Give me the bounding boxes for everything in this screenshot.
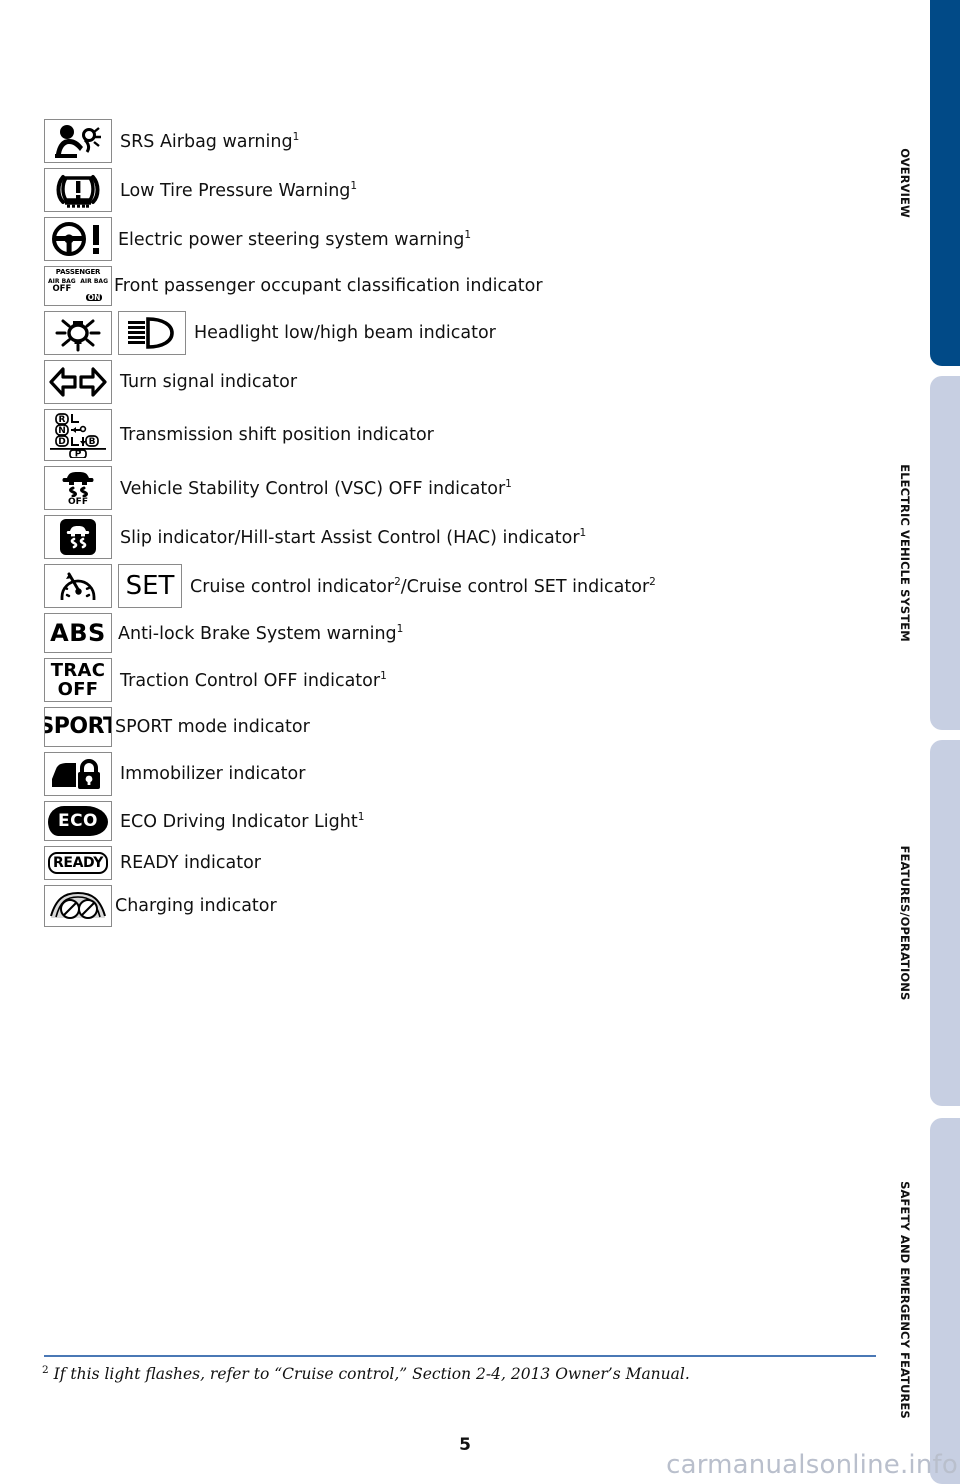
right-airbag-label: AIR BAG <box>80 277 108 285</box>
sport-label: SPORT <box>45 714 111 739</box>
turn-signal-icon <box>44 360 112 404</box>
passenger-label: PASSENGER <box>55 267 101 276</box>
row-label: SPORT mode indicator <box>115 717 310 737</box>
side-tab-electric-vehicle-system[interactable] <box>930 376 960 730</box>
cruise-control-icon <box>44 564 112 608</box>
row-label: Traction Control OFF indicator1 <box>120 669 387 691</box>
right-airbag-state: ON <box>85 292 103 302</box>
table-row: SET Cruise control indicator2/Cruise con… <box>44 563 884 609</box>
table-row: TRAC OFF Traction Control OFF indicator1 <box>44 657 884 703</box>
left-airbag-state: OFF <box>52 283 72 294</box>
vsc-off-label: OFF <box>68 497 88 507</box>
row-label: Transmission shift position indicator <box>120 425 434 445</box>
row-label: Turn signal indicator <box>120 372 298 392</box>
sport-mode-icon: SPORT <box>44 707 112 747</box>
manual-page: OVERVIEW ELECTRIC VEHICLE SYSTEM FEATURE… <box>0 0 960 1484</box>
svg-text:D: D <box>58 437 65 447</box>
vsc-off-icon: OFF <box>44 466 112 510</box>
row-label: Low Tire Pressure Warning1 <box>120 179 358 201</box>
table-row: READY READY indicator <box>44 845 884 881</box>
row-label: Charging indicator <box>115 896 277 916</box>
ready-icon: READY <box>44 846 112 880</box>
eco-label: ECO <box>57 810 99 831</box>
table-row: Charging indicator <box>44 884 884 928</box>
svg-text:R: R <box>59 415 66 425</box>
abs-label: ABS <box>50 619 106 647</box>
low-tire-pressure-icon <box>44 168 112 212</box>
table-row: PASSENGER AIR BAG OFF AIR BAG ON Front p… <box>44 265 884 307</box>
table-row: Low Tire Pressure Warning1 <box>44 167 884 213</box>
table-row: ECO ECO Driving Indicator Light1 <box>44 800 884 842</box>
cruise-set-icon: SET <box>118 564 182 608</box>
srs-airbag-icon <box>44 119 112 163</box>
row-label: Front passenger occupant classification … <box>114 276 543 296</box>
table-row: Electric power steering system warning1 <box>44 216 884 262</box>
table-row: Headlight low/high beam indicator <box>44 310 884 356</box>
table-row: Turn signal indicator <box>44 359 884 405</box>
row-label: SRS Airbag warning1 <box>120 130 300 152</box>
svg-text:B: B <box>89 437 96 447</box>
front-passenger-airbag-icon: PASSENGER AIR BAG OFF AIR BAG ON <box>44 266 112 306</box>
side-tab-safety-emergency[interactable] <box>930 1118 960 1484</box>
trac-off-icon: TRAC OFF <box>44 658 112 702</box>
table-row: OFF Vehicle Stability Control (VSC) OFF … <box>44 465 884 511</box>
cruise-set-label: SET <box>125 571 175 601</box>
abs-icon: ABS <box>44 613 112 653</box>
trac-label: TRAC <box>50 659 106 681</box>
indicator-list: SRS Airbag warning1 Low Tire Pressure Wa… <box>44 118 884 928</box>
slip-hac-icon <box>44 515 112 559</box>
headlight-high-beam-icon <box>118 311 186 355</box>
svg-text:N: N <box>58 426 66 436</box>
row-label: Slip indicator/Hill-start Assist Control… <box>120 526 587 548</box>
table-row: ABS Anti-lock Brake System warning1 <box>44 612 884 654</box>
row-label: READY indicator <box>120 853 261 873</box>
section-tab-rail <box>930 0 960 1484</box>
row-label: Anti-lock Brake System warning1 <box>118 622 404 644</box>
row-label: ECO Driving Indicator Light1 <box>120 810 365 832</box>
table-row: Slip indicator/Hill-start Assist Control… <box>44 514 884 560</box>
transmission-shift-icon: R N D B P <box>44 409 112 461</box>
svg-text:P: P <box>75 450 82 458</box>
row-label: Immobilizer indicator <box>120 764 306 784</box>
row-label: Headlight low/high beam indicator <box>194 323 496 343</box>
site-watermark: carmanualsonline.info <box>666 1450 958 1480</box>
electric-power-steering-icon <box>44 217 112 261</box>
footnote: 2 If this light flashes, refer to “Cruis… <box>42 1364 690 1384</box>
table-row: R N D B P Transmission shift position in… <box>44 408 884 462</box>
row-label: Electric power steering system warning1 <box>118 228 471 250</box>
side-tab-features-operations[interactable] <box>930 740 960 1106</box>
row-label: Vehicle Stability Control (VSC) OFF indi… <box>120 477 512 499</box>
eco-driving-icon: ECO <box>44 801 112 841</box>
table-row: SRS Airbag warning1 <box>44 118 884 164</box>
row-label: Cruise control indicator2/Cruise control… <box>190 575 656 597</box>
side-tab-overview[interactable] <box>930 0 960 366</box>
headlight-low-beam-icon <box>44 311 112 355</box>
charging-icon <box>44 885 112 927</box>
immobilizer-icon <box>44 752 112 796</box>
table-row: SPORT SPORT mode indicator <box>44 706 884 748</box>
footer-divider <box>44 1355 876 1357</box>
ready-label: READY <box>53 855 103 871</box>
trac-off-label: OFF <box>57 678 99 700</box>
table-row: Immobilizer indicator <box>44 751 884 797</box>
